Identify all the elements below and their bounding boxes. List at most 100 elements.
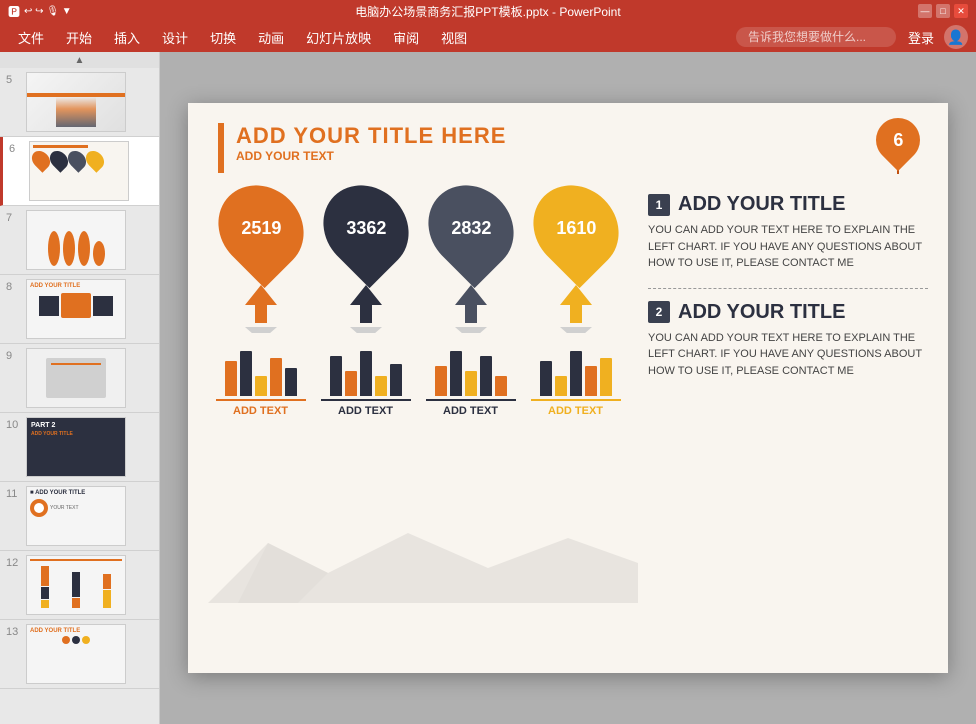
close-btn[interactable]: ✕ xyxy=(954,4,968,18)
menu-design[interactable]: 设计 xyxy=(152,24,198,51)
droplet-3: 2832 xyxy=(423,183,518,273)
slide-thumb-13[interactable]: 13 ADD YOUR TITLE xyxy=(0,620,159,689)
slide-title-text: ADD YOUR TITLE HERE ADD YOUR TEXT xyxy=(236,123,506,163)
main-layout: ▲ 5 6 xyxy=(0,52,976,724)
slide-thumb-7[interactable]: 7 xyxy=(0,206,159,275)
droplet-value-4: 1610 xyxy=(555,218,595,239)
bar xyxy=(375,376,387,396)
barchart-label-1: ADD TEXT xyxy=(233,405,288,417)
arrow-up-1 xyxy=(241,283,281,333)
right-block-header-2: 2 ADD YOUR TITLE xyxy=(648,301,928,324)
droplet-shape-4: 1610 xyxy=(515,168,635,288)
menu-animation[interactable]: 动画 xyxy=(248,24,294,51)
bar xyxy=(345,371,357,396)
slide-num-7: 7 xyxy=(6,210,22,224)
pin-circle: 6 xyxy=(867,109,929,171)
slide-num-13: 13 xyxy=(6,624,22,638)
bar xyxy=(390,364,402,396)
slide-thumb-6[interactable]: 6 xyxy=(0,137,159,206)
bar xyxy=(360,351,372,396)
bar xyxy=(270,358,282,396)
bar xyxy=(570,351,582,396)
droplets-row: 2519 3362 2832 xyxy=(208,183,628,273)
slide-num-6: 6 xyxy=(9,141,25,155)
window-controls[interactable]: — □ ✕ xyxy=(918,4,968,18)
menu-transition[interactable]: 切换 xyxy=(200,24,246,51)
barchart-divider-2 xyxy=(321,399,411,401)
slide-num-5: 5 xyxy=(6,72,22,86)
slide-thumb-9[interactable]: 9 xyxy=(0,344,159,413)
barchart-4: ADD TEXT xyxy=(528,341,623,417)
pin-number: 6 xyxy=(893,130,903,151)
barchart-3: ADD TEXT xyxy=(423,341,518,417)
droplet-shape-3: 2832 xyxy=(410,168,530,288)
avatar[interactable]: 👤 xyxy=(944,25,968,49)
bar xyxy=(255,376,267,396)
block-num-1: 1 xyxy=(648,194,670,216)
droplet-shape-2: 3362 xyxy=(305,168,425,288)
slide-thumb-11[interactable]: 11 ■ ADD YOUR TITLE YOUR TEXT xyxy=(0,482,159,551)
right-block-header-1: 1 ADD YOUR TITLE xyxy=(648,193,928,216)
login-button[interactable]: 登录 xyxy=(908,28,934,47)
barchart-1: ADD TEXT xyxy=(213,341,308,417)
right-section: 1 ADD YOUR TITLE YOU CAN ADD YOUR TEXT H… xyxy=(648,183,928,417)
droplet-4: 1610 xyxy=(528,183,623,273)
barchart-bars-2 xyxy=(330,341,402,396)
droplet-value-2: 3362 xyxy=(345,218,385,239)
droplet-shape-1: 2519 xyxy=(200,168,320,288)
menu-review[interactable]: 审阅 xyxy=(383,24,429,51)
barchart-2: ADD TEXT xyxy=(318,341,413,417)
menu-insert[interactable]: 插入 xyxy=(104,24,150,51)
arrow-1 xyxy=(213,283,308,333)
slide-num-8: 8 xyxy=(6,279,22,293)
pin-badge: 6 xyxy=(873,118,923,178)
menu-home[interactable]: 开始 xyxy=(56,24,102,51)
title-bar: 🅿 ↩ ↪ 🎙 ▼ 电脑办公场景商务汇报PPT模板.pptx - PowerPo… xyxy=(0,0,976,22)
slide-subtitle: ADD YOUR TEXT xyxy=(236,149,506,163)
menu-view[interactable]: 视图 xyxy=(431,24,477,51)
barchart-label-4: ADD TEXT xyxy=(548,405,603,417)
block-body-1: YOU CAN ADD YOUR TEXT HERE TO EXPLAIN TH… xyxy=(648,222,928,272)
scroll-up[interactable]: ▲ xyxy=(0,52,159,68)
slide-thumb-10[interactable]: 10 PART 2 ADD YOUR TITLE xyxy=(0,413,159,482)
slide-img-13: ADD YOUR TITLE xyxy=(26,624,126,684)
block-body-2: YOU CAN ADD YOUR TEXT HERE TO EXPLAIN TH… xyxy=(648,330,928,380)
slide-main-title: ADD YOUR TITLE HERE xyxy=(236,123,506,149)
maximize-btn[interactable]: □ xyxy=(936,4,950,18)
search-input[interactable] xyxy=(736,27,896,47)
slide-thumb-8[interactable]: 8 ADD YOUR TITLE xyxy=(0,275,159,344)
slide-img-7 xyxy=(26,210,126,270)
droplet-2: 3362 xyxy=(318,183,413,273)
bar xyxy=(450,351,462,396)
left-section: 2519 3362 2832 xyxy=(208,183,628,417)
arrow-up-3 xyxy=(451,283,491,333)
droplet-value-1: 2519 xyxy=(240,218,280,239)
barchart-bars-4 xyxy=(540,341,612,396)
barchart-label-2: ADD TEXT xyxy=(338,405,393,417)
block-num-2: 2 xyxy=(648,301,670,323)
right-block-1: 1 ADD YOUR TITLE YOU CAN ADD YOUR TEXT H… xyxy=(648,193,928,272)
bar xyxy=(555,376,567,396)
slide-num-12: 12 xyxy=(6,555,22,569)
slide-thumb-5[interactable]: 5 xyxy=(0,68,159,137)
title-accent-bar xyxy=(218,123,224,173)
menu-file[interactable]: 文件 xyxy=(8,24,54,51)
arrow-2 xyxy=(318,283,413,333)
slide-img-10: PART 2 ADD YOUR TITLE xyxy=(26,417,126,477)
bar xyxy=(435,366,447,396)
bar xyxy=(600,358,612,396)
bar xyxy=(480,356,492,396)
window-title: 电脑办公场景商务汇报PPT模板.pptx - PowerPoint xyxy=(355,3,620,20)
barchart-divider-1 xyxy=(216,399,306,401)
block-divider xyxy=(648,288,928,289)
slide-num-11: 11 xyxy=(6,486,22,500)
arrows-row xyxy=(208,283,628,333)
menu-slideshow[interactable]: 幻灯片放映 xyxy=(296,24,381,51)
menu-bar: 文件 开始 插入 设计 切换 动画 幻灯片放映 审阅 视图 登录 👤 xyxy=(0,22,976,52)
barcharts-row: ADD TEXT ADD TEX xyxy=(208,341,628,417)
slide-panel: ▲ 5 6 xyxy=(0,52,160,724)
slide-thumb-12[interactable]: 12 xyxy=(0,551,159,620)
minimize-btn[interactable]: — xyxy=(918,4,932,18)
bar xyxy=(495,376,507,396)
app-logo: 🅿 ↩ ↪ 🎙 ▼ xyxy=(8,3,72,20)
